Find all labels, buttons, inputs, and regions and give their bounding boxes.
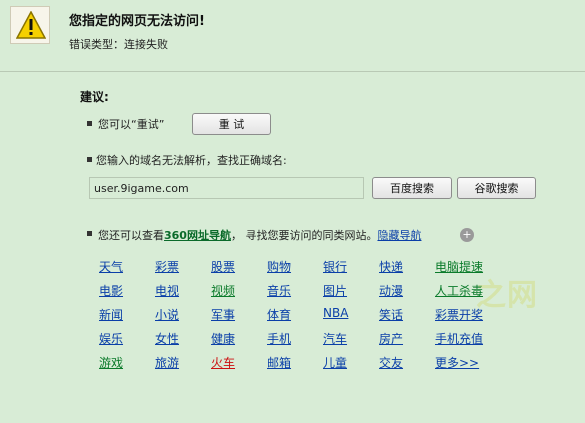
nav-link[interactable]: 音乐 bbox=[267, 282, 291, 299]
nav-link[interactable]: 彩票开奖 bbox=[435, 306, 483, 323]
nav-link[interactable]: 军事 bbox=[211, 306, 235, 323]
watermark: 之网 bbox=[476, 278, 538, 313]
google-search-button[interactable]: 谷歌搜索 bbox=[457, 177, 536, 199]
error-title: 您指定的网页无法访问! bbox=[69, 14, 205, 29]
nav-link[interactable]: 股票 bbox=[211, 258, 235, 275]
nav-link[interactable]: 新闻 bbox=[99, 306, 123, 323]
nav-360-link[interactable]: 360网址导航 bbox=[164, 229, 231, 242]
nav-link[interactable]: 娱乐 bbox=[99, 330, 123, 347]
nav-prefix: 您还可以查看 bbox=[98, 229, 164, 242]
nav-link[interactable]: 电视 bbox=[155, 282, 179, 299]
nav-link[interactable]: 体育 bbox=[267, 306, 291, 323]
nav-link[interactable]: 小说 bbox=[155, 306, 179, 323]
nav-link[interactable]: 购物 bbox=[267, 258, 291, 275]
nav-link[interactable]: 人工杀毒 bbox=[435, 282, 483, 299]
url-input[interactable] bbox=[89, 177, 364, 199]
nav-link[interactable]: 彩票 bbox=[155, 258, 179, 275]
nav-link[interactable]: 视频 bbox=[211, 282, 235, 299]
nav-link[interactable]: 交友 bbox=[379, 354, 403, 371]
hide-nav-link[interactable]: 隐藏导航 bbox=[377, 229, 421, 242]
nav-link[interactable]: 更多>> bbox=[435, 354, 479, 371]
warning-icon bbox=[10, 6, 50, 44]
retry-button[interactable]: 重 试 bbox=[192, 113, 271, 135]
dns-text: 您输入的域名无法解析，查找正确域名: bbox=[96, 154, 287, 167]
nav-link[interactable]: 天气 bbox=[99, 258, 123, 275]
nav-link[interactable]: 房产 bbox=[379, 330, 403, 347]
error-page: 您指定的网页无法访问! 错误类型：连接失败 建议: 您可以“重试” 重 试 您输… bbox=[0, 0, 585, 423]
nav-link[interactable]: 邮箱 bbox=[267, 354, 291, 371]
nav-link[interactable]: 汽车 bbox=[323, 330, 347, 347]
baidu-search-button[interactable]: 百度搜索 bbox=[372, 177, 452, 199]
nav-link[interactable]: 旅游 bbox=[155, 354, 179, 371]
nav-link[interactable]: 游戏 bbox=[99, 354, 123, 371]
bullet bbox=[87, 121, 92, 126]
suggest-heading: 建议: bbox=[80, 90, 109, 104]
nav-link[interactable]: 银行 bbox=[323, 258, 347, 275]
error-type: 错误类型：连接失败 bbox=[69, 38, 168, 51]
nav-link[interactable]: 图片 bbox=[323, 282, 347, 299]
nav-link[interactable]: 手机充值 bbox=[435, 330, 483, 347]
header-divider bbox=[0, 71, 585, 72]
nav-link[interactable]: 快递 bbox=[379, 258, 403, 275]
bullet bbox=[87, 157, 92, 162]
nav-link[interactable]: 女性 bbox=[155, 330, 179, 347]
nav-link[interactable]: 电影 bbox=[99, 282, 123, 299]
nav-link[interactable]: NBA bbox=[323, 306, 348, 320]
nav-link[interactable]: 火车 bbox=[211, 354, 235, 371]
nav-link[interactable]: 儿童 bbox=[323, 354, 347, 371]
plus-circle-icon[interactable]: + bbox=[460, 228, 474, 242]
nav-line: 您还可以查看360网址导航， 寻找您要访问的同类网站。隐藏导航 bbox=[98, 227, 421, 243]
nav-link[interactable]: 手机 bbox=[267, 330, 291, 347]
nav-link[interactable]: 笑话 bbox=[379, 306, 403, 323]
nav-link[interactable]: 健康 bbox=[211, 330, 235, 347]
nav-middle: ， 寻找您要访问的同类网站。 bbox=[230, 229, 378, 242]
nav-link[interactable]: 电脑提速 bbox=[435, 258, 483, 275]
nav-link[interactable]: 动漫 bbox=[379, 282, 403, 299]
retry-text: 您可以“重试” bbox=[98, 118, 165, 131]
bullet bbox=[87, 231, 92, 236]
